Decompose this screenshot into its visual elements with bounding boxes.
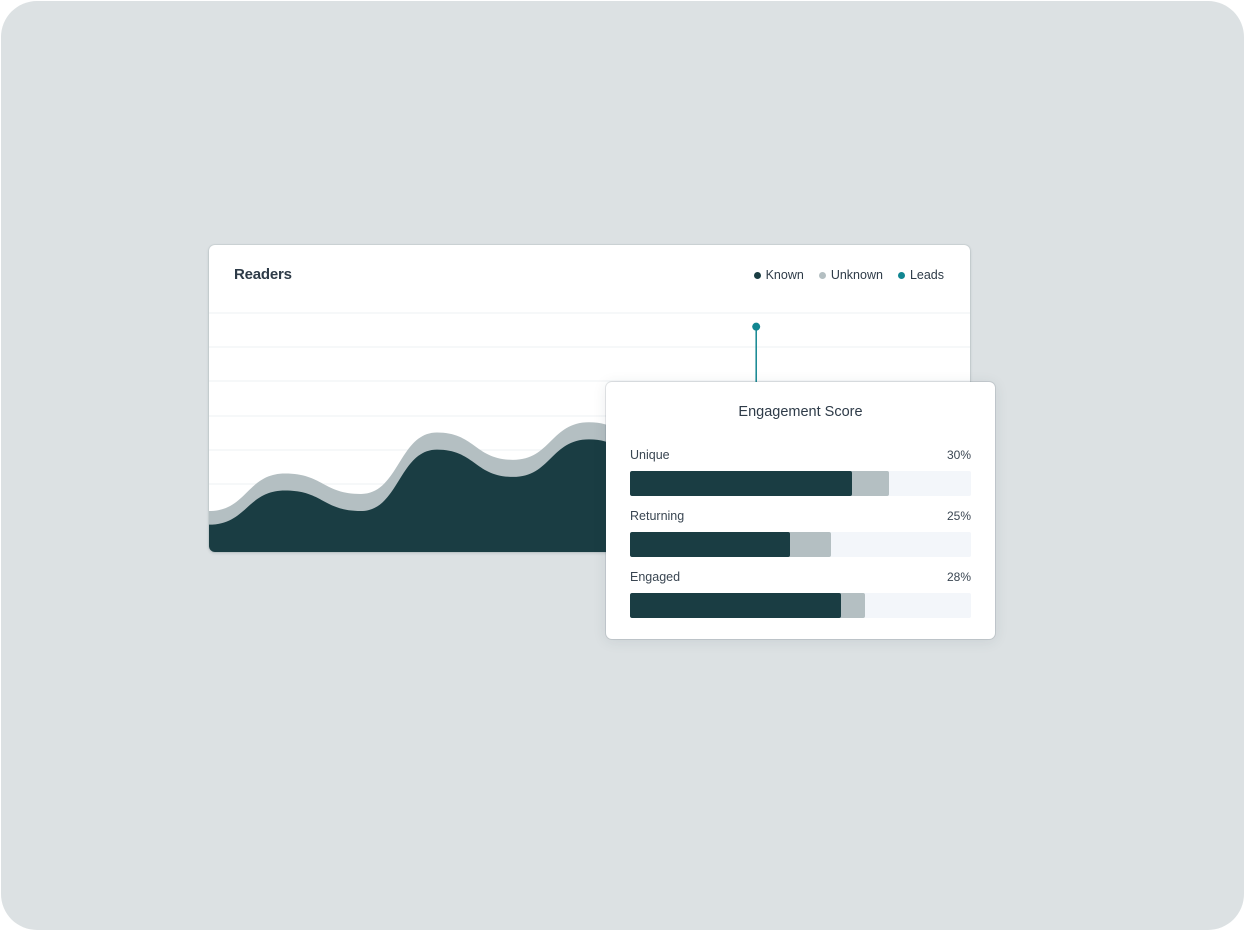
chart-legend: Known Unknown Leads xyxy=(753,268,944,282)
progress-bar-primary xyxy=(630,532,791,557)
legend-label: Known xyxy=(765,268,804,282)
metric-value: 25% xyxy=(946,509,971,523)
legend-item-leads[interactable]: Leads xyxy=(897,268,944,282)
progress-bar-track xyxy=(630,532,971,557)
metric-label: Engaged xyxy=(630,570,681,584)
legend-item-known[interactable]: Known xyxy=(753,268,804,282)
progress-bar-primary xyxy=(630,471,852,496)
leads-marker-point[interactable] xyxy=(752,322,761,331)
metric-label: Unique xyxy=(630,448,670,462)
engagement-title: Engagement Score xyxy=(738,404,863,420)
metric-value: 28% xyxy=(946,570,971,584)
engagement-score-card: Engagement Score Unique 30% Returning 25… xyxy=(606,382,995,639)
progress-bar-primary xyxy=(630,593,842,618)
legend-dot-known xyxy=(753,271,761,279)
progress-bar-track xyxy=(630,471,971,496)
legend-dot-unknown xyxy=(818,271,826,279)
legend-item-unknown[interactable]: Unknown xyxy=(818,268,883,282)
legend-label: Leads xyxy=(909,268,944,282)
legend-label: Unknown xyxy=(830,268,883,282)
progress-bar-track xyxy=(630,593,971,618)
legend-dot-leads xyxy=(897,271,905,279)
chart-title: Readers xyxy=(234,266,292,283)
metric-label: Returning xyxy=(630,509,685,523)
metric-value: 30% xyxy=(946,448,971,462)
